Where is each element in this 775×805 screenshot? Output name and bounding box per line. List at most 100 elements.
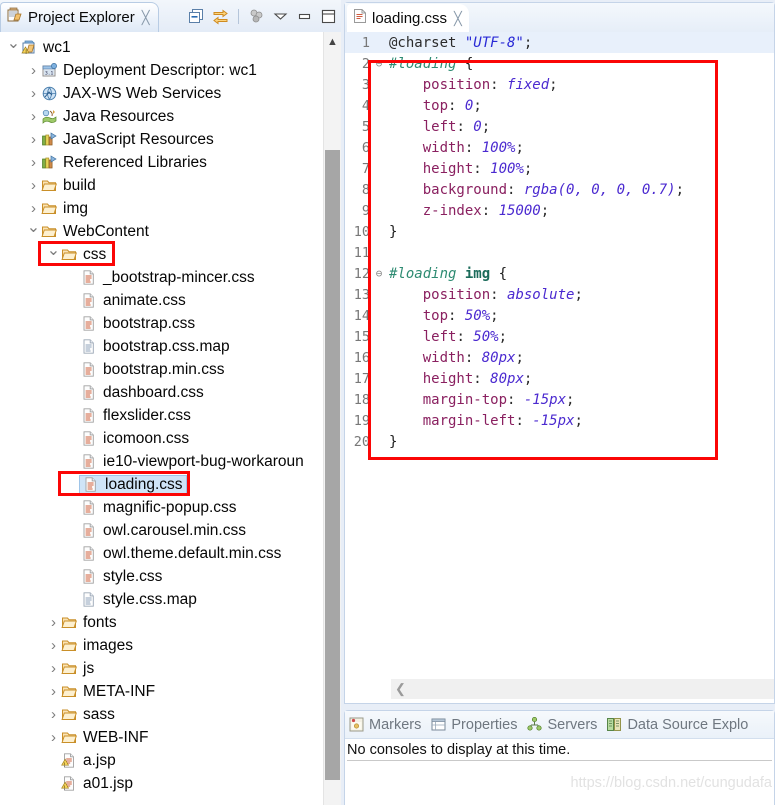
tree-item-bootstrap-css[interactable]: bootstrap.css — [0, 312, 341, 335]
tree-item-ie10-viewport-bug-workaroun[interactable]: ie10-viewport-bug-workaroun — [0, 450, 341, 473]
link-with-editor-icon[interactable] — [212, 8, 229, 25]
code-text: left: 50%; — [385, 329, 507, 345]
code-line[interactable]: 6 width: 100%; — [345, 137, 774, 158]
tree-item-jax-ws-web-services[interactable]: › JAX-WS Web Services — [0, 82, 341, 105]
tree-item-build[interactable]: › build — [0, 174, 341, 197]
code-line[interactable]: 8 background: rgba(0, 0, 0, 0.7); — [345, 179, 774, 200]
tree-item-fonts[interactable]: › fonts — [0, 611, 341, 634]
close-icon[interactable]: ╳ — [142, 11, 150, 24]
code-line[interactable]: 12 ⊖ #loading img { — [345, 263, 774, 284]
tree-item-bootstrap-css-map[interactable]: bootstrap.css.map — [0, 335, 341, 358]
scroll-left-arrow-icon[interactable]: ❮ — [395, 680, 406, 698]
code-line[interactable]: 20} — [345, 431, 774, 452]
tree-item-css[interactable]: ⌄ css — [0, 242, 341, 266]
maximize-icon[interactable] — [320, 8, 337, 25]
code-line[interactable]: 3 position: fixed; — [345, 74, 774, 95]
code-line[interactable]: 18 margin-top: -15px; — [345, 389, 774, 410]
console-tab-markers[interactable]: Markers — [348, 716, 421, 733]
chevron-down-icon[interactable]: ⌄ — [6, 35, 21, 52]
chevron-down-icon[interactable]: ⌄ — [46, 242, 61, 259]
code-text: } — [385, 434, 397, 450]
tree-vertical-scrollbar[interactable]: ▲ — [323, 32, 341, 805]
fold-collapse-icon[interactable]: ⊖ — [373, 58, 385, 69]
tree-item-content: 3.1 Deployment Descriptor: wc1 — [41, 62, 257, 79]
scrollbar-track[interactable] — [391, 679, 774, 699]
code-line[interactable]: 16 width: 80px; — [345, 347, 774, 368]
tree-item-img[interactable]: › img — [0, 197, 341, 220]
code-line[interactable]: 19 margin-left: -15px; — [345, 410, 774, 431]
tree-item-meta-inf[interactable]: › META-INF — [0, 680, 341, 703]
chevron-right-icon[interactable]: › — [46, 661, 61, 676]
tree-item-magnific-popup-css[interactable]: magnific-popup.css — [0, 496, 341, 519]
code-token: height — [389, 160, 474, 177]
tree-item-sass[interactable]: › sass — [0, 703, 341, 726]
tree-item-style-css[interactable]: style.css — [0, 565, 341, 588]
chevron-right-icon[interactable]: › — [26, 132, 41, 147]
tree-item-webcontent[interactable]: ⌄ WebContent — [0, 219, 341, 243]
tree-item-icomoon-css[interactable]: icomoon.css — [0, 427, 341, 450]
code-editor-area[interactable]: 1 @charset "UTF-8"; 2 ⊖ #loading {3 position… — [345, 32, 774, 677]
tree-item-referenced-libraries[interactable]: › Referenced Libraries — [0, 151, 341, 174]
chevron-right-icon[interactable]: › — [46, 615, 61, 630]
filters-icon[interactable] — [248, 8, 265, 25]
tree-item-style-css-map[interactable]: style.css.map — [0, 588, 341, 611]
tree-item-animate-css[interactable]: animate.css — [0, 289, 341, 312]
tree-item-web-inf[interactable]: › WEB-INF — [0, 726, 341, 749]
close-icon[interactable]: ╳ — [454, 12, 462, 25]
project-tree-scroll-area[interactable]: ⌄! wc1 › 3.1 Deployment Descriptor: wc1 › JAX-… — [0, 32, 341, 805]
tree-item-a-jsp[interactable]: ! a.jsp — [0, 749, 341, 772]
code-line[interactable]: 4 top: 0; — [345, 95, 774, 116]
code-line[interactable]: 1 @charset "UTF-8"; — [345, 32, 774, 53]
code-line[interactable]: 15 left: 50%; — [345, 326, 774, 347]
folder-icon — [61, 683, 79, 700]
tree-item-images[interactable]: › images — [0, 634, 341, 657]
minimize-icon[interactable] — [296, 8, 313, 25]
code-line[interactable]: 5 left: 0; — [345, 116, 774, 137]
chevron-down-icon[interactable]: ⌄ — [26, 219, 41, 236]
code-token: width — [389, 349, 465, 366]
chevron-right-icon[interactable]: › — [26, 109, 41, 124]
tree-item-label: sass — [83, 705, 115, 723]
console-tab-servers[interactable]: Servers — [526, 716, 597, 733]
tree-item-deployment-descriptor-wc1[interactable]: › 3.1 Deployment Descriptor: wc1 — [0, 59, 341, 82]
chevron-right-icon[interactable]: › — [26, 201, 41, 216]
chevron-right-icon[interactable]: › — [26, 178, 41, 193]
code-line[interactable]: 10} — [345, 221, 774, 242]
chevron-right-icon[interactable]: › — [46, 707, 61, 722]
tree-item-java-resources[interactable]: › Java Resources — [0, 105, 341, 128]
code-line[interactable]: 2 ⊖ #loading { — [345, 53, 774, 74]
tree-item-flexslider-css[interactable]: flexslider.css — [0, 404, 341, 427]
tree-item-owl-theme-default-min-css[interactable]: owl.theme.default.min.css — [0, 542, 341, 565]
tab-project-explorer[interactable]: Project Explorer ╳ — [0, 2, 159, 32]
code-line[interactable]: 14 top: 50%; — [345, 305, 774, 326]
tree-item-loading-css[interactable]: loading.css — [0, 473, 341, 496]
tree-item-js[interactable]: › js — [0, 657, 341, 680]
chevron-right-icon[interactable]: › — [46, 730, 61, 745]
tree-item-a01-jsp[interactable]: ! a01.jsp — [0, 772, 341, 795]
chevron-right-icon[interactable]: › — [46, 684, 61, 699]
tree-item-owl-carousel-min-css[interactable]: owl.carousel.min.css — [0, 519, 341, 542]
code-line[interactable]: 7 height: 100%; — [345, 158, 774, 179]
chevron-right-icon[interactable]: › — [26, 155, 41, 170]
collapse-all-icon[interactable] — [188, 8, 205, 25]
chevron-right-icon[interactable]: › — [46, 638, 61, 653]
view-menu-icon[interactable] — [272, 8, 289, 25]
scrollbar-thumb[interactable] — [325, 150, 340, 780]
chevron-right-icon[interactable]: › — [26, 86, 41, 101]
console-tab-properties[interactable]: Properties — [430, 716, 517, 733]
code-line[interactable]: 11 — [345, 242, 774, 263]
code-line[interactable]: 17 height: 80px; — [345, 368, 774, 389]
editor-horizontal-scrollbar[interactable]: ❮ — [345, 676, 774, 703]
code-line[interactable]: 13 position: absolute; — [345, 284, 774, 305]
tree-item-javascript-resources[interactable]: › JavaScript Resources — [0, 128, 341, 151]
scroll-up-arrow-icon[interactable]: ▲ — [324, 34, 341, 50]
tree-item-dashboard-css[interactable]: dashboard.css — [0, 381, 341, 404]
chevron-right-icon[interactable]: › — [26, 63, 41, 78]
tab-loading-css[interactable]: loading.css ╳ — [347, 4, 469, 32]
tree-item-wc1[interactable]: ⌄! wc1 — [0, 35, 341, 59]
fold-collapse-icon[interactable]: ⊖ — [373, 268, 385, 279]
code-line[interactable]: 9 z-index: 15000; — [345, 200, 774, 221]
console-tab-data-source-explo[interactable]: Data Source Explo — [606, 716, 748, 733]
tree-item-bootstrap-min-css[interactable]: bootstrap.min.css — [0, 358, 341, 381]
tree-item-bootstrap-mincer-css[interactable]: _bootstrap-mincer.css — [0, 266, 341, 289]
